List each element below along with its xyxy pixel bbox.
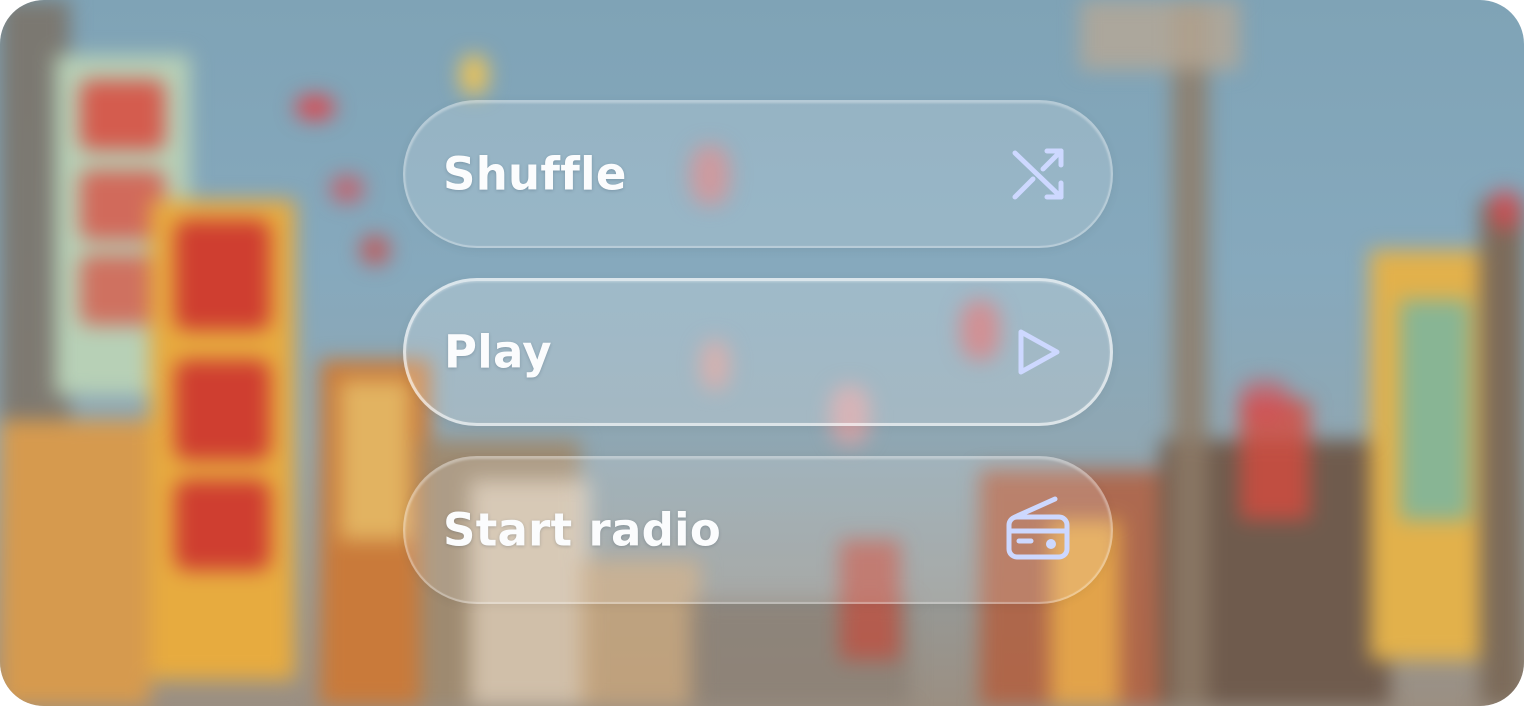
shuffle-label: Shuffle — [443, 147, 627, 201]
start-radio-button[interactable]: Start radio — [403, 456, 1113, 604]
app-window: Shuffle Play Start radio — [0, 0, 1524, 706]
start-radio-label: Start radio — [443, 503, 722, 557]
shuffle-icon — [1003, 139, 1073, 209]
play-icon — [1002, 317, 1072, 387]
action-menu: Shuffle Play Start radio — [403, 100, 1113, 634]
shuffle-button[interactable]: Shuffle — [403, 100, 1113, 248]
radio-icon — [1003, 495, 1073, 565]
play-button[interactable]: Play — [403, 278, 1113, 426]
play-label: Play — [444, 325, 552, 379]
